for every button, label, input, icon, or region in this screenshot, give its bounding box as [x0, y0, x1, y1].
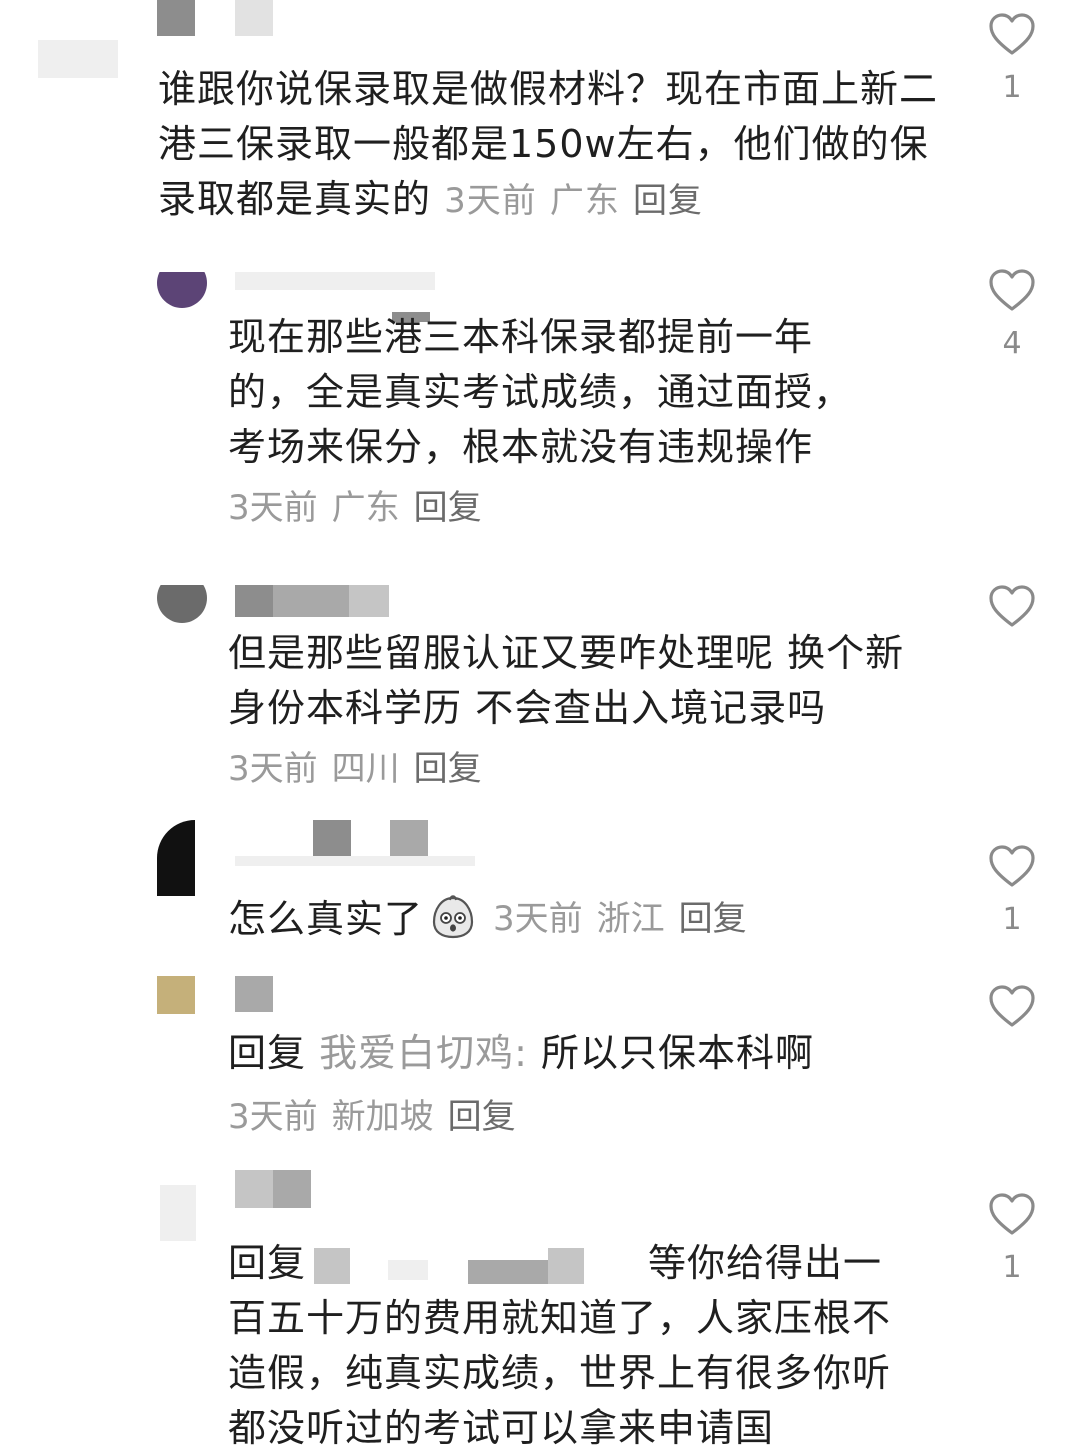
reply-to-redacted [468, 1260, 548, 1284]
comment-text: 怎么真实了 3天前 浙江 回复 [228, 888, 747, 943]
heart-outline-icon[interactable] [988, 844, 1036, 888]
heart-outline-icon[interactable] [988, 12, 1036, 56]
comment-time: 3天前 [493, 899, 583, 939]
comment-time: 3天前 [228, 488, 318, 528]
username-redacted[interactable] [313, 820, 351, 856]
reply-to-redacted [548, 1248, 584, 1284]
avatar[interactable] [160, 1185, 196, 1241]
reply-prefix: 回复 [228, 1031, 307, 1075]
comment-time: 3天前 [228, 1097, 318, 1137]
username-redacted[interactable] [273, 1170, 311, 1208]
username-redacted[interactable] [235, 272, 435, 290]
comment-body: 现在那些港三本科保录都提前一年的，全是真实考试成绩，通过面授，考场来保分，根本就… [228, 315, 853, 469]
comment-time: 3天前 [444, 181, 537, 221]
comment-location: 广东 [549, 181, 620, 221]
comment-text: 但是那些留服认证又要咋处理呢 换个新身份本科学历 不会查出入境记录吗 [228, 626, 928, 736]
username-redacted[interactable] [235, 976, 273, 1012]
comment-time: 3天前 [228, 749, 318, 789]
username-redacted[interactable] [311, 585, 349, 617]
like-count: 1 [1002, 70, 1022, 105]
comment-text: 百五十万的费用就知道了，人家压根不造假，纯真实成绩，世界上有很多你听都没听过的考… [228, 1291, 908, 1456]
username-redacted[interactable] [157, 0, 195, 36]
comment-body: 但是那些留服认证又要咋处理呢 换个新身份本科学历 不会查出入境记录吗 [228, 631, 905, 730]
heart-outline-icon[interactable] [988, 1192, 1036, 1236]
avatar[interactable] [157, 820, 195, 896]
heart-outline-icon[interactable] [988, 584, 1036, 628]
avatar[interactable] [38, 40, 118, 78]
comment-location: 四川 [331, 749, 400, 789]
reply-to-redacted[interactable] [314, 1248, 350, 1284]
reply-prefix: 回复 [228, 1241, 307, 1285]
like-count: 1 [1002, 902, 1022, 937]
username-redacted[interactable] [273, 585, 311, 617]
like-count: 1 [1002, 1250, 1022, 1285]
username-redacted[interactable] [349, 585, 389, 617]
heart-outline-icon[interactable] [988, 268, 1036, 312]
comment-first-line: 回复 等你给得出一 [228, 1236, 918, 1291]
comment-body: 百五十万的费用就知道了，人家压根不造假，纯真实成绩，世界上有很多你听都没听过的考… [228, 1296, 892, 1450]
comment-text: 回复 我爱白切鸡: 所以只保本科啊 [228, 1031, 815, 1075]
comment-body: 谁跟你说保录取是做假材料？现在市面上新二港三保录取一般都是150w左右，他们做的… [158, 67, 939, 221]
comment-text: 谁跟你说保录取是做假材料？现在市面上新二港三保录取一般都是150w左右，他们做的… [158, 62, 948, 229]
reply-button[interactable]: 回复 [679, 891, 747, 940]
comment-text: 现在那些港三本科保录都提前一年的，全是真实考试成绩，通过面授，考场来保分，根本就… [228, 310, 888, 475]
username-redacted[interactable] [235, 585, 273, 617]
comment-meta: 3天前 广东 回复 [228, 486, 496, 530]
comment-location: 新加坡 [331, 1097, 434, 1137]
surprised-emoji-icon [432, 894, 474, 938]
avatar[interactable] [157, 585, 207, 623]
reply-button[interactable]: 回复 [414, 749, 482, 789]
like-count: 4 [1002, 326, 1022, 361]
comment-location: 广东 [331, 488, 400, 528]
reply-button[interactable]: 回复 [448, 1097, 516, 1137]
comment-body-start: 等你给得出一 [648, 1241, 883, 1285]
comment-meta: 3天前 新加坡 回复 [228, 1095, 530, 1139]
username-redacted[interactable] [235, 1170, 273, 1208]
reply-to-user[interactable]: 我爱白切鸡 [319, 1031, 514, 1075]
comment-meta: 3天前 四川 回复 [228, 747, 496, 791]
username-redacted[interactable] [235, 0, 273, 36]
avatar[interactable] [157, 272, 207, 308]
comment-location: 浙江 [596, 899, 665, 939]
comment-body: 怎么真实了 [228, 897, 424, 941]
avatar[interactable] [157, 976, 195, 1014]
reply-button[interactable]: 回复 [414, 488, 482, 528]
reply-to-redacted [388, 1260, 428, 1280]
comment-body: 所以只保本科啊 [541, 1031, 815, 1075]
username-redacted [235, 856, 475, 866]
heart-outline-icon[interactable] [988, 984, 1036, 1028]
reply-button[interactable]: 回复 [633, 181, 703, 221]
username-redacted[interactable] [390, 820, 428, 856]
